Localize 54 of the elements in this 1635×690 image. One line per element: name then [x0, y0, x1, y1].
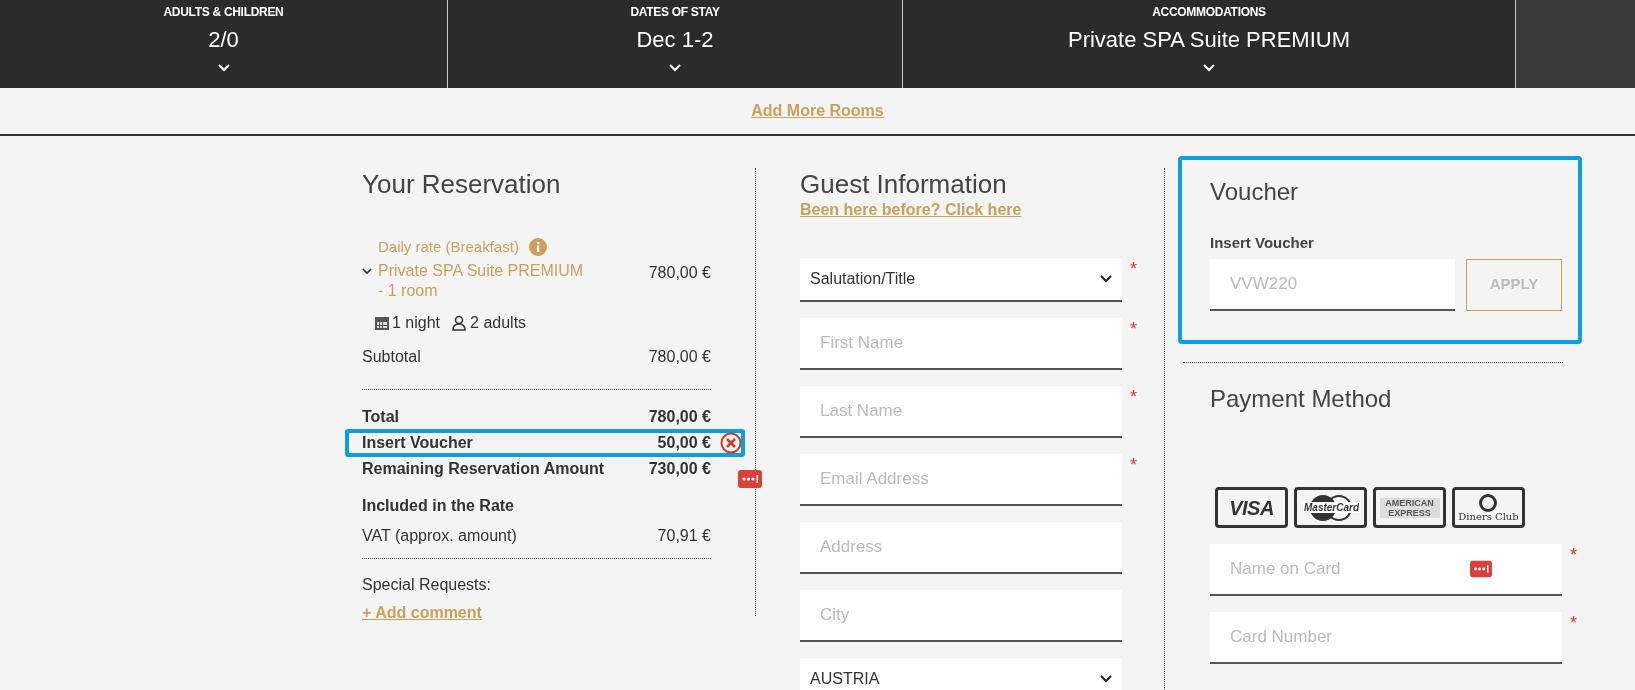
subtotal-amount: 780,00 € [648, 346, 711, 367]
chevron-down-icon[interactable] [362, 267, 372, 275]
room-price: 780,00 € [648, 262, 711, 283]
card-logo: MasterCard [1294, 487, 1367, 528]
voucher-field[interactable]: VVW220 [1210, 258, 1455, 311]
special-requests-label: Special Requests: [362, 574, 492, 595]
input-field[interactable]: City [800, 590, 1122, 642]
select-field[interactable]: AUSTRIA [800, 658, 1122, 690]
chevron-down-icon [1100, 675, 1112, 683]
total-label: Remaining Reservation Amount [362, 458, 605, 479]
section-title: Your Reservation [362, 168, 562, 200]
total-label: Total [362, 406, 400, 427]
required-asterisk: * [1130, 456, 1137, 474]
required-asterisk: * [1570, 546, 1577, 564]
guests-count: 2 adults [470, 312, 527, 333]
vat-amount: 70,91 € [657, 525, 711, 546]
rate-name: Daily rate (Breakfast) [378, 237, 519, 257]
person-icon [452, 314, 467, 331]
input-field[interactable]: Last Name [800, 386, 1122, 438]
booking-bar-item[interactable]: ADULTS & CHILDREN 2/0 [0, 0, 448, 88]
input-field[interactable]: Email Address [800, 454, 1122, 506]
total-label: Insert Voucher [362, 432, 473, 453]
input-field[interactable]: First Name [800, 318, 1122, 370]
chevron-down-icon [1203, 64, 1215, 72]
input-field[interactable]: Card Number [1210, 612, 1562, 664]
section-title: Payment Method [1210, 384, 1393, 414]
included-title: Included in the Rate [362, 495, 515, 516]
card-logo: AMERICAN EXPRESS [1373, 487, 1446, 528]
total-amount: 780,00 € [648, 406, 711, 427]
chevron-down-icon [669, 64, 681, 72]
required-asterisk: * [1130, 388, 1137, 406]
input-field[interactable]: Address [800, 522, 1122, 574]
total-amount: 730,00 € [648, 458, 711, 479]
remove-icon[interactable] [720, 431, 742, 454]
total-amount: 50,00 € [657, 432, 711, 453]
subtotal-label: Subtotal [362, 346, 421, 367]
input-field[interactable]: Name on Card [1210, 544, 1562, 596]
card-logo: Diners Club [1452, 487, 1525, 528]
booking-bar-item[interactable]: DATES OF STAY Dec 1-2 [448, 0, 903, 88]
select-field[interactable]: Salutation/Title [800, 258, 1122, 302]
required-asterisk: * [1130, 320, 1137, 338]
chevron-down-icon [217, 64, 230, 72]
required-asterisk: * [1570, 614, 1577, 632]
chevron-down-icon [1100, 275, 1112, 283]
required-asterisk: * [1130, 260, 1137, 278]
password-manager-icon[interactable] [738, 470, 762, 488]
vat-label: VAT (approx. amount) [362, 525, 517, 546]
nights-count: 1 night [392, 312, 441, 333]
calendar-icon [374, 314, 390, 331]
card-logo: VISA [1215, 487, 1288, 528]
voucher-label: Insert Voucher [1210, 233, 1315, 253]
info-icon[interactable] [528, 238, 547, 257]
section-title: Voucher [1210, 177, 1300, 207]
section-title: Guest Information [800, 168, 1008, 200]
